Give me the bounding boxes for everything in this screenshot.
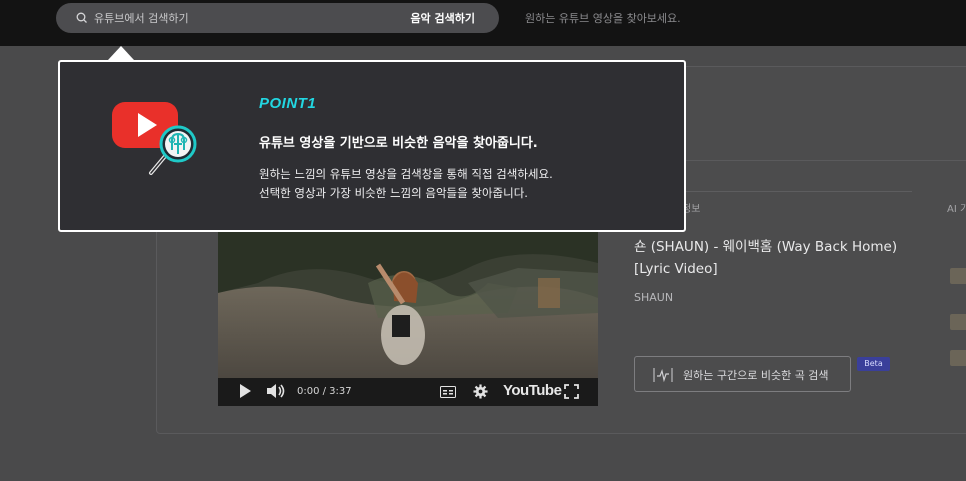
range-search-button[interactable]: 원하는 구간으로 비슷한 곡 검색 [634,356,851,392]
youtube-wordmark[interactable]: YouTube [503,382,562,399]
music-search-button[interactable]: 음악 검색하기 [410,10,475,26]
range-search-label: 원하는 구간으로 비슷한 곡 검색 [683,369,829,382]
play-icon[interactable] [238,383,252,399]
artist-name: SHAUN [634,291,674,304]
tooltip-body-line: 선택한 영상과 가장 비슷한 느낌의 음악들을 찾아줍니다. [259,186,528,200]
waveform-icon [653,368,673,383]
beta-badge: Beta [857,357,890,371]
playback-time: 0:00 / 3:37 [297,386,352,397]
captions-icon[interactable] [440,386,456,398]
youtube-search-illustration [112,102,197,175]
volume-icon[interactable] [266,383,286,399]
tooltip-body-line: 원하는 느낌의 유튜브 영상을 검색창을 통해 직접 검색하세요. [259,167,553,181]
song-title: 숀 (SHAUN) - 웨이백홈 (Way Back Home) [Lyric … [634,239,898,277]
video-player[interactable]: 0:00 / 3:37 YouTube [218,223,598,406]
player-controls: 0:00 / 3:37 YouTube [218,378,598,406]
search-bar[interactable]: 음악 검색하기 [56,3,499,33]
side-thumb[interactable] [950,314,966,330]
side-thumb[interactable] [950,350,966,366]
settings-icon[interactable] [473,384,488,399]
tooltip-pointer [108,46,134,60]
side-panel-label: AI 기 [947,204,966,215]
fullscreen-icon[interactable] [564,384,579,399]
top-bar: 음악 검색하기 원하는 유튜브 영상을 찾아보세요. [0,0,966,46]
video-frame[interactable] [218,223,598,383]
search-input[interactable] [94,8,394,28]
feature-tooltip: POINT1 유튜브 영상을 기반으로 비슷한 음악을 찾아줍니다. 원하는 느… [58,60,686,232]
point-label: POINT1 [259,95,317,112]
search-hint: 원하는 유튜브 영상을 찾아보세요. [525,12,681,25]
tooltip-heading: 유튜브 영상을 기반으로 비슷한 음악을 찾아줍니다. [259,136,538,151]
search-icon [76,12,87,23]
side-thumb[interactable] [950,268,966,284]
